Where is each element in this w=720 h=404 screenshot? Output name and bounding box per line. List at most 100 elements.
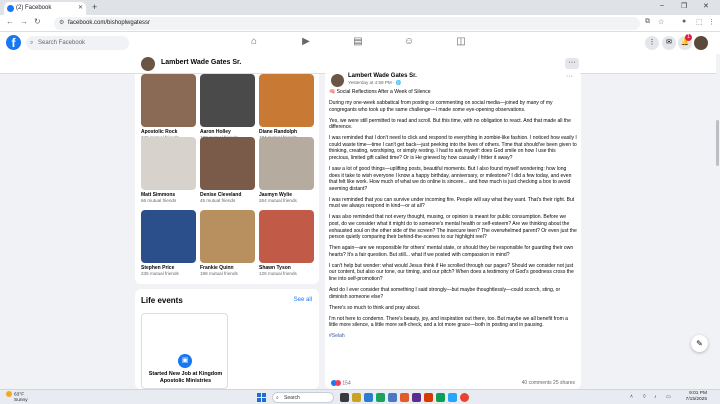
friend-tile[interactable]: Jasmyn Wylie 264 mutual friends: [259, 137, 314, 203]
search-icon: ⌕: [276, 395, 279, 401]
gaming-icon[interactable]: ◫: [455, 36, 467, 48]
life-event-text: Started New Job at Kingdom Apostolic Min…: [148, 371, 223, 384]
url-text: facebook.com/bishoplwgatessr: [68, 20, 151, 26]
friend-photo[interactable]: [259, 137, 314, 190]
comments-shares-count[interactable]: 40 comments 25 shares: [522, 380, 575, 386]
app-icon[interactable]: [400, 393, 409, 402]
reaction-summary[interactable]: 154: [331, 380, 351, 386]
friend-tile[interactable]: Stephen Price 236 mutual friends: [141, 210, 196, 276]
mutual-friends: 66 mutual friends: [141, 198, 177, 203]
facebook-search-input[interactable]: ⌕ Search Facebook: [26, 36, 129, 50]
chrome-icon[interactable]: [460, 393, 469, 402]
post-paragraph: There's so much to think and pray about.: [329, 304, 421, 311]
edge-icon[interactable]: [364, 393, 373, 402]
post-card: Lambert Wade Gates Sr. Yesterday at 4:59…: [325, 70, 581, 389]
reload-icon[interactable]: ↻: [34, 17, 41, 26]
life-event-tile[interactable]: ▣ Started New Job at Kingdom Apostolic M…: [141, 313, 228, 389]
marketplace-icon[interactable]: ▤: [352, 36, 364, 48]
taskbar-search[interactable]: ⌕ Search: [272, 392, 334, 403]
post-author-name[interactable]: Lambert Wade Gates Sr.: [348, 73, 417, 79]
sun-icon: [6, 391, 12, 397]
profile-name[interactable]: Lambert Wade Gates Sr.: [161, 59, 241, 66]
windows-start-icon[interactable]: [257, 393, 266, 402]
friend-tile[interactable]: Shawn Tyson 126 mutual friends: [259, 210, 314, 276]
url-field[interactable]: ⚙ facebook.com/bishoplwgatessr: [54, 17, 640, 30]
extensions-icon[interactable]: ⬚: [696, 18, 703, 26]
tray-chevron-icon[interactable]: ˄: [630, 394, 633, 400]
minimize-button[interactable]: –: [660, 2, 664, 9]
maximize-button[interactable]: ❐: [681, 2, 687, 10]
site-info-icon[interactable]: ⚙: [59, 17, 64, 30]
weather-widget[interactable]: 63°F Sunny: [6, 391, 28, 404]
scrollbar-thumb[interactable]: [716, 120, 719, 166]
friend-photo[interactable]: [141, 74, 196, 127]
friend-photo[interactable]: [259, 74, 314, 127]
love-reaction-icon: [335, 380, 341, 386]
post-paragraph: During my one-week sabbatical from posti…: [329, 100, 553, 113]
life-events-title: Life events: [141, 296, 183, 305]
friends-card: Apostolic Rock 246 mutual friends Aaron …: [135, 74, 319, 284]
speaker-icon[interactable]: ♪: [654, 394, 657, 400]
friend-tile[interactable]: Apostolic Rock 246 mutual friends: [141, 74, 196, 140]
taskbar-clock[interactable]: 9:01 PM 7/15/2025: [681, 391, 707, 403]
address-bar-row: ← → ↻ ⚙ facebook.com/bishoplwgatessr ⧉ ☆…: [0, 15, 720, 32]
back-icon[interactable]: ←: [6, 17, 14, 26]
network-icon[interactable]: ⌔: [642, 394, 647, 400]
friend-tile[interactable]: Diane Randolph 184 mutual friends: [259, 74, 314, 140]
post-paragraph: I saw a lot of good things—uplifting pos…: [329, 166, 572, 192]
menu-dots-icon[interactable]: ⋮: [708, 18, 715, 26]
app-icon[interactable]: [448, 393, 457, 402]
browser-tab[interactable]: (2) Facebook ✕: [4, 2, 86, 15]
post-options-icon[interactable]: ···: [566, 73, 573, 80]
new-message-icon[interactable]: ✎: [691, 335, 708, 352]
home-icon[interactable]: ⌂: [248, 36, 260, 48]
friend-photo[interactable]: [200, 210, 255, 263]
post-paragraph: Yes, we were still permitted to read and…: [329, 117, 571, 131]
friend-photo[interactable]: [200, 74, 255, 127]
file-explorer-icon[interactable]: [352, 393, 361, 402]
new-tab-button[interactable]: +: [92, 2, 97, 13]
video-icon[interactable]: ▶: [300, 36, 312, 48]
tab-title: (2) Facebook: [16, 5, 52, 11]
hashtag-link[interactable]: #Selah: [329, 333, 577, 340]
bookmark-star-icon[interactable]: ☆: [658, 18, 664, 26]
messenger-icon[interactable]: ✉: [662, 36, 676, 50]
profile-icon[interactable]: ●: [682, 18, 686, 25]
app-icon[interactable]: [388, 393, 397, 402]
menu-grid-icon[interactable]: ⋮: [645, 36, 659, 50]
app-icon[interactable]: [436, 393, 445, 402]
page-scrollbar[interactable]: [716, 54, 720, 389]
see-all-link[interactable]: See all: [294, 297, 312, 303]
account-avatar[interactable]: [694, 36, 708, 50]
task-view-icon[interactable]: [340, 393, 349, 402]
friend-photo[interactable]: [141, 210, 196, 263]
app-icon[interactable]: [412, 393, 421, 402]
forward-icon[interactable]: →: [20, 17, 28, 26]
friend-tile[interactable]: Matt Simmons 66 mutual friends: [141, 137, 196, 203]
facebook-logo-icon[interactable]: f: [6, 35, 21, 50]
post-paragraph: I can't help but wonder: what would Jesu…: [329, 262, 574, 282]
mutual-friends: 126 mutual friends: [259, 271, 297, 276]
post-timestamp[interactable]: Yesterday at 4:59 PM · 🌐: [348, 80, 402, 86]
install-icon[interactable]: ⧉: [645, 18, 650, 26]
app-icon[interactable]: [376, 393, 385, 402]
windows-taskbar: 63°F Sunny ⌕ Search ˄ ⌔ ♪ ▭ 9:01 PM 7/15…: [0, 389, 720, 404]
post-paragraph: And do I ever consider that something I …: [329, 287, 561, 300]
friend-photo[interactable]: [200, 137, 255, 190]
friend-photo[interactable]: [141, 137, 196, 190]
profile-avatar[interactable]: [141, 57, 155, 71]
post-author-avatar[interactable]: [331, 74, 344, 87]
friend-tile[interactable]: Denise Cleveland 45 mutual friends: [200, 137, 255, 203]
close-tab-icon[interactable]: ✕: [78, 2, 83, 15]
post-paragraph: I'm not here to condemn. There's beauty,…: [329, 315, 568, 329]
friend-tile[interactable]: Aaron Holley 122 mutual friends: [200, 74, 255, 140]
groups-icon[interactable]: ☺: [403, 36, 415, 48]
app-icon[interactable]: [424, 393, 433, 402]
friend-photo[interactable]: [259, 210, 314, 263]
battery-icon[interactable]: ▭: [666, 394, 671, 400]
friend-tile[interactable]: Frankie Quinn 198 mutual friends: [200, 210, 255, 276]
weather-condition: Sunny: [14, 398, 28, 404]
close-window-button[interactable]: ✕: [703, 2, 709, 10]
more-options-button[interactable]: ···: [565, 58, 579, 69]
mutual-friends: 198 mutual friends: [200, 271, 238, 276]
